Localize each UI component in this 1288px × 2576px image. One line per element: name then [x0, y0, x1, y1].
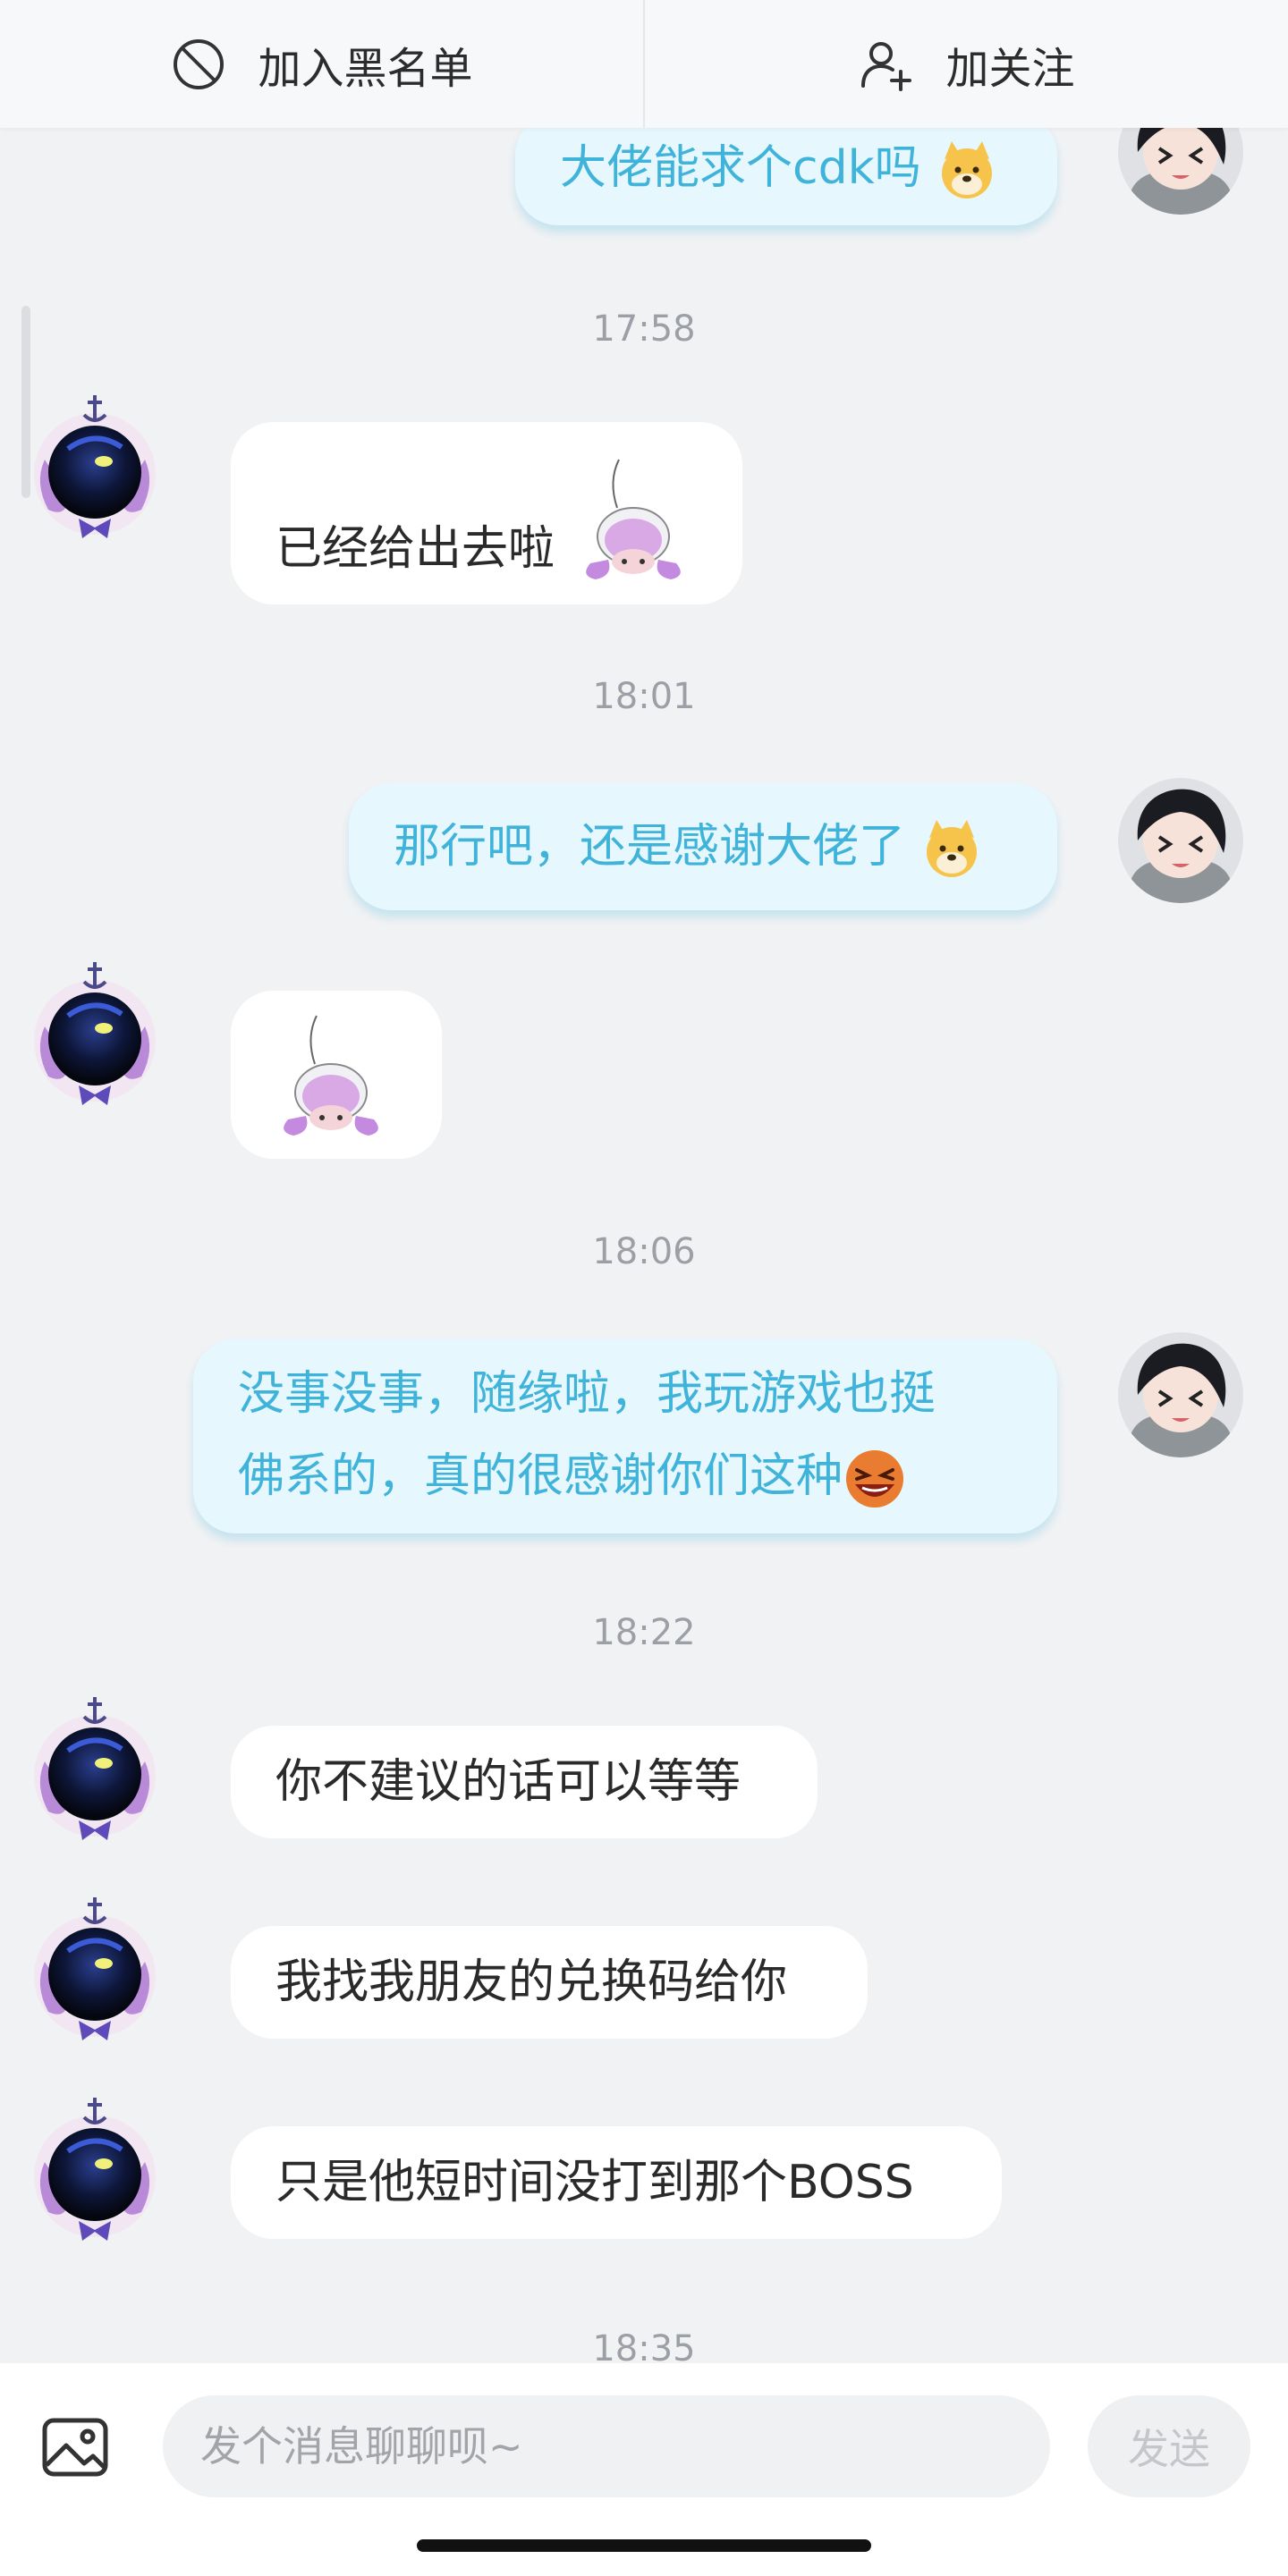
message-bubble-other[interactable]: 你不建议的话可以等等	[231, 1726, 818, 1838]
bowing-character-sticker	[284, 1015, 378, 1136]
dark-hair-character-avatar	[1118, 1332, 1243, 1457]
my-avatar[interactable]	[1118, 778, 1243, 903]
add-user-icon	[861, 41, 912, 91]
message-text-line: 没事没事，随缘啦，我玩游戏也挺	[238, 1367, 936, 1421]
message-text: 只是他短时间没打到那个BOSS	[275, 2156, 914, 2209]
laughing-emoji	[846, 1450, 904, 1508]
image-picker-icon[interactable]	[39, 2411, 111, 2483]
friend-avatar[interactable]	[32, 951, 157, 1121]
message-text: 已经给出去啦	[275, 522, 555, 576]
message-text-line: 佛系的，真的很感谢你们这种	[238, 1435, 1013, 1517]
send-button[interactable]: 发送	[1088, 2395, 1250, 2497]
dark-hair-character-avatar	[1118, 778, 1243, 903]
message-text: 我找我朋友的兑换码给你	[275, 1955, 788, 2009]
bowing-character-sticker	[586, 459, 681, 579]
home-indicator[interactable]	[417, 2539, 871, 2552]
maid-orb-avatar	[34, 1697, 156, 1840]
message-bubble-me[interactable]: 没事没事，随缘啦，我玩游戏也挺 佛系的，真的很感谢你们这种	[193, 1339, 1057, 1533]
timestamp: 18:22	[592, 1612, 696, 1653]
maid-orb-avatar	[34, 1897, 156, 2040]
block-icon	[174, 38, 225, 89]
doge-emoji	[926, 820, 977, 877]
timestamp: 17:58	[592, 308, 696, 350]
block-label: 加入黑名单	[258, 43, 473, 94]
sticker-bubble[interactable]	[231, 991, 442, 1159]
friend-avatar[interactable]	[32, 2087, 157, 2257]
message-input-container[interactable]	[163, 2395, 1191, 2497]
timestamp: 18:01	[592, 676, 696, 717]
follow-button[interactable]: 加关注	[645, 0, 1288, 128]
follow-label: 加关注	[945, 43, 1075, 94]
maid-orb-avatar	[34, 962, 156, 1105]
timestamp: 18:06	[592, 1231, 696, 1272]
friend-avatar[interactable]	[32, 1686, 157, 1856]
friend-avatar[interactable]	[32, 384, 157, 554]
my-avatar[interactable]	[1118, 1332, 1243, 1457]
doge-emoji	[942, 141, 993, 198]
chat-screen: 加入黑名单 加关注 大佬能求个cdk吗 17:58 已经给出去啦 18:01 那…	[0, 0, 1288, 2576]
message-text: 你不建议的话可以等等	[275, 1755, 741, 1809]
friend-avatar[interactable]	[32, 1887, 157, 2057]
message-bubble-other[interactable]: 只是他短时间没打到那个BOSS	[231, 2126, 1002, 2239]
maid-orb-avatar	[34, 395, 156, 538]
message-input[interactable]	[200, 2395, 934, 2497]
message-text: 大佬能求个cdk吗	[560, 141, 921, 195]
top-action-bar: 加入黑名单 加关注	[0, 0, 1288, 128]
message-bubble-me[interactable]: 大佬能求个cdk吗	[515, 113, 1057, 225]
maid-orb-avatar	[34, 2098, 156, 2241]
message-bubble-other[interactable]: 我找我朋友的兑换码给你	[231, 1926, 868, 2039]
message-bubble-me[interactable]: 那行吧，还是感谢大佬了	[349, 783, 1057, 910]
message-text: 那行吧，还是感谢大佬了	[394, 820, 906, 874]
block-button[interactable]: 加入黑名单	[0, 0, 643, 128]
